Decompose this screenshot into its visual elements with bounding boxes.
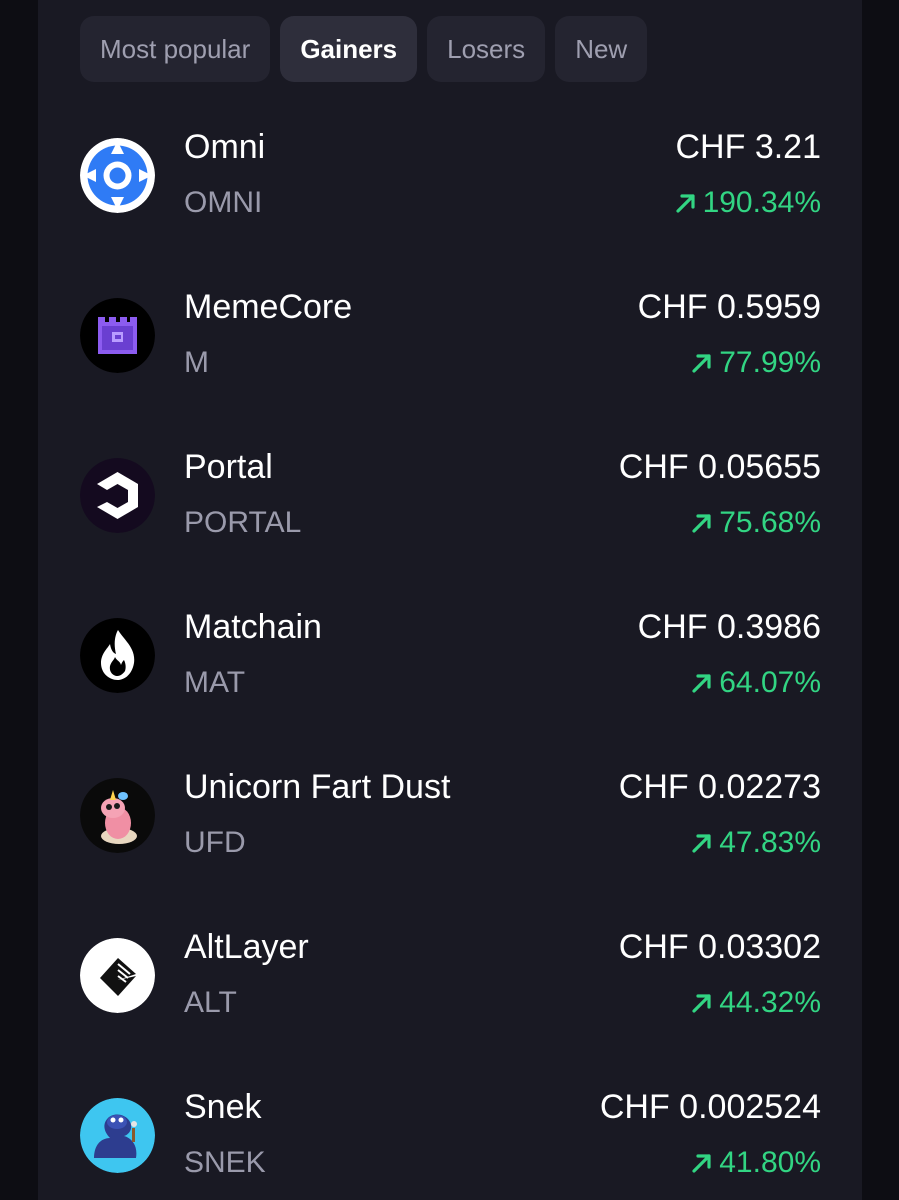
omni-logo-icon	[80, 138, 155, 213]
snek-logo-icon	[80, 1098, 155, 1173]
coin-row-memecore[interactable]: MemeCore M CHF 0.5959 77.99%	[80, 280, 821, 440]
altlayer-logo-icon	[80, 938, 155, 1013]
matchain-logo-icon	[80, 618, 155, 693]
memecore-logo-icon	[80, 298, 155, 373]
coin-row-snek[interactable]: Snek SNEK CHF 0.002524 41.80%	[80, 1080, 821, 1200]
tab-gainers[interactable]: Gainers	[280, 16, 418, 82]
coin-symbol: UFD	[184, 826, 246, 859]
coin-change: 47.83%	[689, 826, 821, 860]
unicorn-fart-dust-logo-icon	[80, 778, 155, 853]
coin-symbol: ALT	[184, 986, 237, 1019]
change-value: 190.34%	[702, 186, 821, 219]
arrow-up-right-icon	[692, 674, 711, 693]
coin-price: CHF 0.002524	[599, 1088, 821, 1126]
coin-price: CHF 0.02273	[618, 768, 821, 806]
change-value: 77.99%	[719, 346, 821, 379]
coin-row-matchain[interactable]: Matchain MAT CHF 0.3986 64.07%	[80, 600, 821, 760]
arrow-up-right-icon	[692, 1154, 711, 1173]
coin-change: 44.32%	[689, 986, 821, 1020]
change-value: 75.68%	[719, 506, 821, 539]
screen: Most popular Gainers Losers New Omni OMN…	[0, 0, 899, 1200]
coin-symbol: PORTAL	[184, 506, 302, 539]
coin-symbol: OMNI	[184, 186, 263, 219]
change-value: 47.83%	[719, 826, 821, 859]
coin-name: Portal	[184, 448, 273, 486]
coin-name: AltLayer	[184, 928, 309, 966]
coin-row-portal[interactable]: Portal PORTAL CHF 0.05655 75.68%	[80, 440, 821, 600]
coin-change: 75.68%	[689, 506, 821, 540]
tab-most-popular[interactable]: Most popular	[80, 16, 271, 82]
coin-name: Unicorn Fart Dust	[184, 768, 451, 806]
change-value: 64.07%	[719, 666, 821, 699]
coin-name: MemeCore	[184, 288, 353, 326]
coin-change: 77.99%	[689, 346, 821, 380]
coin-list: Omni OMNI CHF 3.21 190.34% MemeCore M CH…	[80, 120, 821, 1200]
coin-change: 41.80%	[689, 1146, 821, 1180]
arrow-up-right-icon	[692, 834, 711, 853]
arrow-up-right-icon	[675, 194, 695, 213]
filter-tabs: Most popular Gainers Losers New	[80, 16, 648, 82]
coin-name: Snek	[184, 1088, 262, 1126]
coin-price: CHF 3.21	[675, 128, 822, 166]
arrow-up-right-icon	[692, 354, 711, 373]
tab-losers[interactable]: Losers	[427, 16, 546, 82]
coin-row-omni[interactable]: Omni OMNI CHF 3.21 190.34%	[80, 120, 821, 280]
coin-symbol: MAT	[184, 666, 246, 699]
coin-name: Matchain	[184, 608, 322, 646]
arrow-up-right-icon	[692, 994, 711, 1013]
coin-symbol: M	[184, 346, 209, 379]
coin-price: CHF 0.5959	[637, 288, 821, 326]
tab-new[interactable]: New	[555, 16, 648, 82]
coin-row-unicorn-fart-dust[interactable]: Unicorn Fart Dust UFD CHF 0.02273 47.83%	[80, 760, 821, 920]
coin-price: CHF 0.3986	[637, 608, 821, 646]
change-value: 44.32%	[719, 986, 821, 1019]
coin-change: 190.34%	[673, 186, 821, 220]
coin-price: CHF 0.05655	[618, 448, 821, 486]
coin-name: Omni	[184, 128, 266, 166]
portal-logo-icon	[80, 458, 155, 533]
coin-change: 64.07%	[689, 666, 821, 700]
arrow-up-right-icon	[692, 514, 711, 533]
coin-price: CHF 0.03302	[618, 928, 821, 966]
change-value: 41.80%	[719, 1146, 821, 1179]
coin-row-altlayer[interactable]: AltLayer ALT CHF 0.03302 44.32%	[80, 920, 821, 1080]
coin-symbol: SNEK	[184, 1146, 266, 1179]
